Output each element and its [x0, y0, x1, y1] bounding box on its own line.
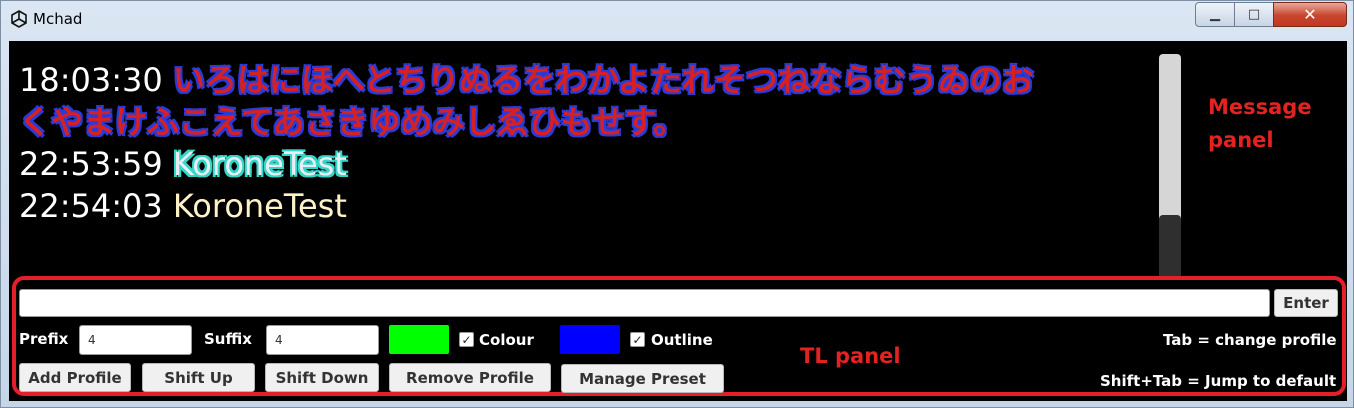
message-text: くやまけふこえてあさきゆめみしゑひもせす。 — [19, 103, 686, 141]
app-window: Mchad ▁ □ ✕ 18:03:30 いろはにほへとちりぬるをわかよたれそつ… — [0, 0, 1354, 408]
client-area: 18:03:30 いろはにほへとちりぬるをわかよたれそつねならむうゐのお くやま… — [9, 41, 1347, 401]
suffix-label: Suffix — [204, 330, 252, 348]
message-list: 18:03:30 いろはにほへとちりぬるをわかよたれそつねならむうゐのお くやま… — [19, 59, 1139, 227]
outline-checkbox[interactable]: ✓ — [630, 332, 645, 347]
message-scrollbar[interactable] — [1159, 54, 1181, 280]
message-text: いろはにほへとちりぬるをわかよたれそつねならむうゐのお — [172, 61, 1034, 99]
maximize-button[interactable]: □ — [1234, 2, 1274, 27]
manage-preset-button[interactable]: Manage Preset — [561, 364, 724, 393]
prefix-label: Prefix — [19, 330, 69, 348]
message-text: KoroneTest — [172, 187, 347, 225]
message-timestamp: 18:03:30 — [19, 61, 163, 99]
message-item: 18:03:30 いろはにほへとちりぬるをわかよたれそつねならむうゐのお — [19, 59, 1139, 101]
colour-checkbox[interactable]: ✓ — [459, 332, 474, 347]
minimize-button[interactable]: ▁ — [1195, 2, 1235, 27]
message-item: 22:53:59 KoroneTest — [19, 143, 1139, 185]
prefix-input[interactable]: 4 — [79, 325, 192, 355]
shift-down-button[interactable]: Shift Down — [265, 363, 379, 392]
enter-button[interactable]: Enter — [1274, 289, 1338, 317]
window-title: Mchad — [33, 10, 83, 28]
title-bar[interactable]: Mchad ▁ □ ✕ — [1, 1, 1353, 39]
add-profile-button[interactable]: Add Profile — [19, 363, 131, 392]
message-item: 22:54:03 KoroneTest — [19, 185, 1139, 227]
message-panel-annotation: Message panel — [1208, 95, 1312, 152]
message-item-continuation: くやまけふこえてあさきゆめみしゑひもせす。 — [19, 101, 1139, 143]
tl-text-input[interactable] — [19, 289, 1270, 317]
tab-hint: Tab = change profile — [1163, 331, 1337, 349]
colour-label: Colour — [479, 331, 534, 349]
tl-panel-annotation: TL panel — [800, 344, 901, 368]
unity-icon — [11, 10, 27, 28]
suffix-input[interactable]: 4 — [266, 325, 379, 355]
outline-label: Outline — [651, 331, 713, 349]
outline-swatch[interactable] — [560, 325, 620, 354]
message-timestamp: 22:53:59 — [19, 145, 163, 183]
message-timestamp: 22:54:03 — [19, 187, 163, 225]
scrollbar-thumb[interactable] — [1159, 215, 1181, 280]
remove-profile-button[interactable]: Remove Profile — [389, 363, 551, 392]
close-button[interactable]: ✕ — [1273, 2, 1347, 27]
shift-tab-hint: Shift+Tab = Jump to default — [1100, 372, 1337, 390]
message-text: KoroneTest — [172, 145, 347, 183]
shift-up-button[interactable]: Shift Up — [142, 363, 255, 392]
colour-swatch[interactable] — [389, 325, 449, 354]
